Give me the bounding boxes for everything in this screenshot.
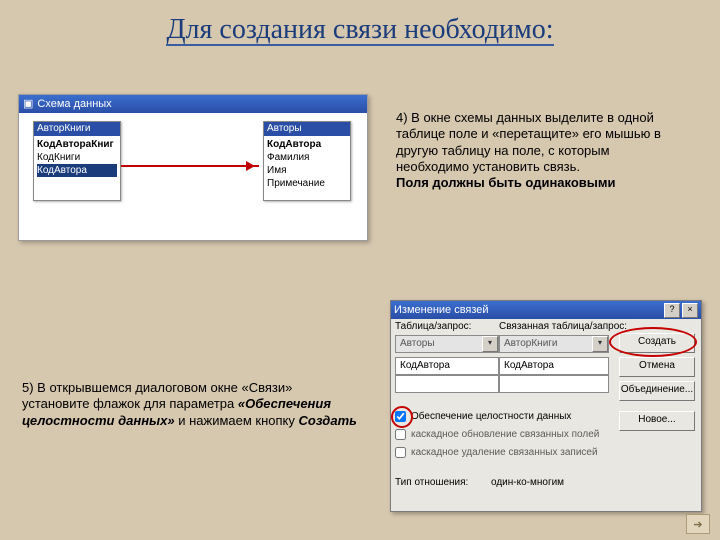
- cascade-delete-input[interactable]: [395, 447, 406, 458]
- integrity-checkbox[interactable]: Обеспечение целостности данных: [395, 411, 571, 422]
- field[interactable]: КодКниги: [37, 151, 117, 164]
- table-right-title: Авторы: [264, 122, 350, 136]
- label-table-query: Таблица/запрос:: [395, 321, 471, 332]
- left-field-input[interactable]: КодАвтора: [395, 357, 499, 375]
- field[interactable]: КодАвтораКниг: [37, 138, 117, 151]
- schema-window: ▣ Схема данных АвторКниги КодАвтораКниг …: [18, 94, 368, 241]
- cascade-update-input[interactable]: [395, 429, 406, 440]
- integrity-checkbox-input[interactable]: [395, 411, 406, 422]
- table-left-title: АвторКниги: [34, 122, 120, 136]
- step5-text: 5) В открывшемся диалоговом окне «Связи»…: [22, 380, 362, 429]
- step4-text: 4) В окне схемы данных выделите в одной …: [396, 110, 686, 191]
- schema-window-titlebar[interactable]: ▣ Схема данных: [19, 95, 367, 113]
- table-right[interactable]: Авторы КодАвтора Фамилия Имя Примечание: [263, 121, 351, 201]
- edit-relationships-dialog: Изменение связей ? × Таблица/запрос: Свя…: [390, 300, 702, 512]
- drag-arrow-icon: [121, 165, 259, 167]
- close-icon[interactable]: ×: [682, 303, 698, 318]
- cascade-delete-checkbox[interactable]: каскадное удаление связанных записей: [395, 447, 598, 458]
- help-icon[interactable]: ?: [664, 303, 680, 318]
- cascade-update-checkbox[interactable]: каскадное обновление связанных полей: [395, 429, 599, 440]
- field[interactable]: Примечание: [267, 177, 347, 190]
- new-button[interactable]: Новое...: [619, 411, 695, 431]
- chevron-down-icon: ▾: [482, 336, 498, 352]
- field[interactable]: Имя: [267, 164, 347, 177]
- chevron-down-icon: ▾: [592, 336, 608, 352]
- join-button[interactable]: Объединение...: [619, 381, 695, 401]
- table-left[interactable]: АвторКниги КодАвтораКниг КодКниги КодАвт…: [33, 121, 121, 201]
- left-table-combo[interactable]: Авторы▾: [395, 335, 499, 353]
- field[interactable]: Фамилия: [267, 151, 347, 164]
- right-field-blank[interactable]: [499, 375, 609, 393]
- right-table-combo[interactable]: АвторКниги▾: [499, 335, 609, 353]
- dialog-title: Изменение связей: [394, 301, 489, 319]
- label-related-table: Связанная таблица/запрос:: [499, 321, 627, 332]
- dialog-titlebar[interactable]: Изменение связей ? ×: [391, 301, 701, 319]
- right-field-input[interactable]: КодАвтора: [499, 357, 609, 375]
- slide-title: Для создания связи необходимо:: [0, 0, 720, 54]
- relation-type-value: один-ко-многим: [491, 477, 564, 488]
- cancel-button[interactable]: Отмена: [619, 357, 695, 377]
- field-selected[interactable]: КодАвтора: [37, 164, 117, 177]
- label-relation-type: Тип отношения:: [395, 477, 468, 488]
- left-field-blank[interactable]: [395, 375, 499, 393]
- window-icon: ▣: [23, 95, 33, 113]
- create-button[interactable]: Создать: [619, 333, 695, 353]
- schema-window-title: Схема данных: [37, 95, 111, 113]
- next-slide-button[interactable]: ➔: [686, 514, 710, 534]
- field[interactable]: КодАвтора: [267, 138, 347, 151]
